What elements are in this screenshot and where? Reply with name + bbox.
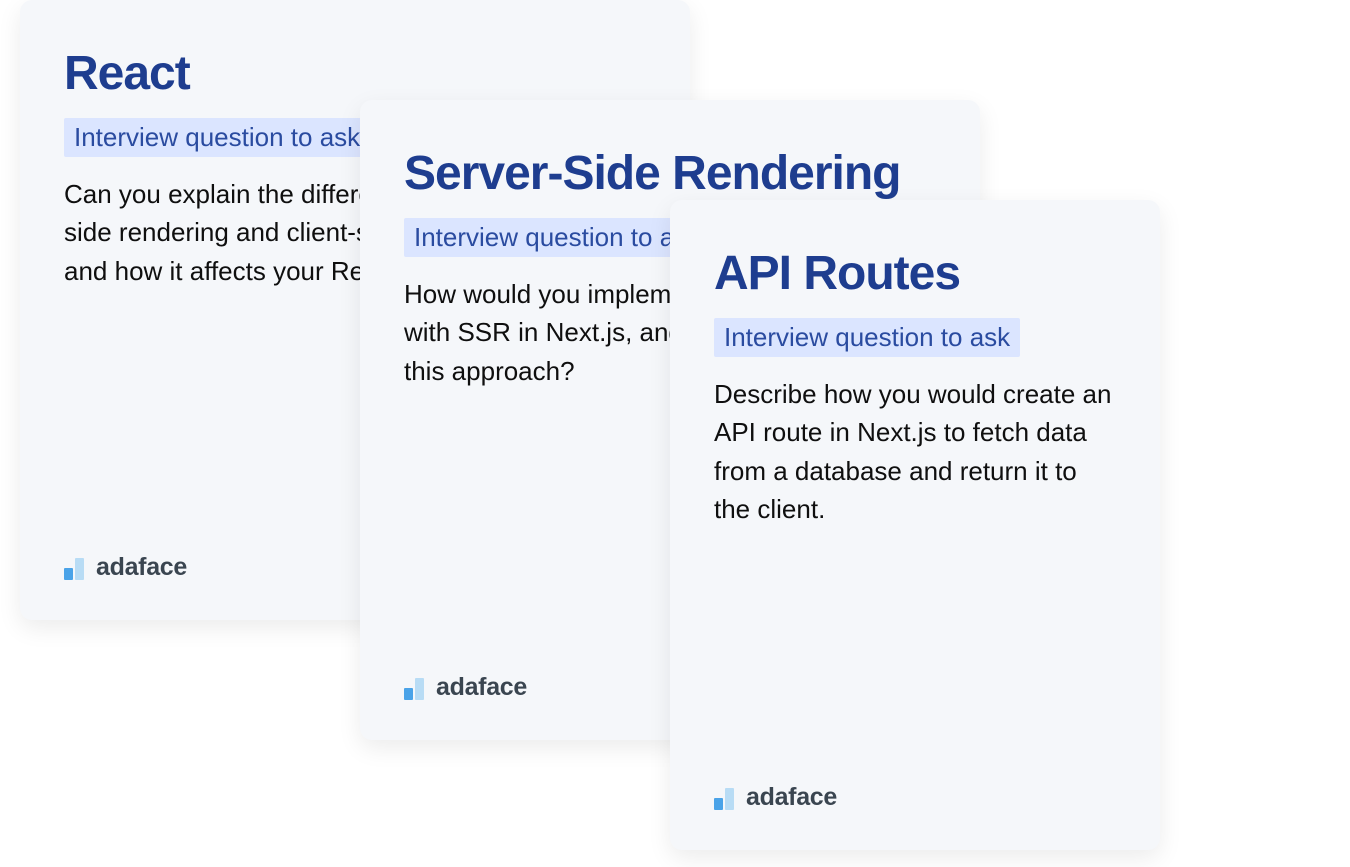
interview-card-api-routes: API Routes Interview question to ask Des…	[670, 200, 1160, 850]
brand-logo: adaface	[714, 783, 1116, 812]
card-body-text: Describe how you would create an API rou…	[714, 375, 1116, 783]
brand-name: adaface	[436, 673, 527, 702]
brand-name: adaface	[746, 783, 837, 812]
card-subtitle-badge: Interview question to ask	[714, 318, 1020, 357]
adaface-icon	[64, 556, 88, 580]
adaface-icon	[714, 786, 738, 810]
brand-name: adaface	[96, 553, 187, 582]
card-title: React	[64, 48, 646, 100]
card-title: API Routes	[714, 248, 1116, 300]
card-subtitle-badge: Interview question to ask	[64, 118, 370, 157]
adaface-icon	[404, 676, 428, 700]
card-subtitle-badge: Interview question to ask	[404, 218, 710, 257]
card-title: Server-Side Rendering	[404, 148, 936, 200]
